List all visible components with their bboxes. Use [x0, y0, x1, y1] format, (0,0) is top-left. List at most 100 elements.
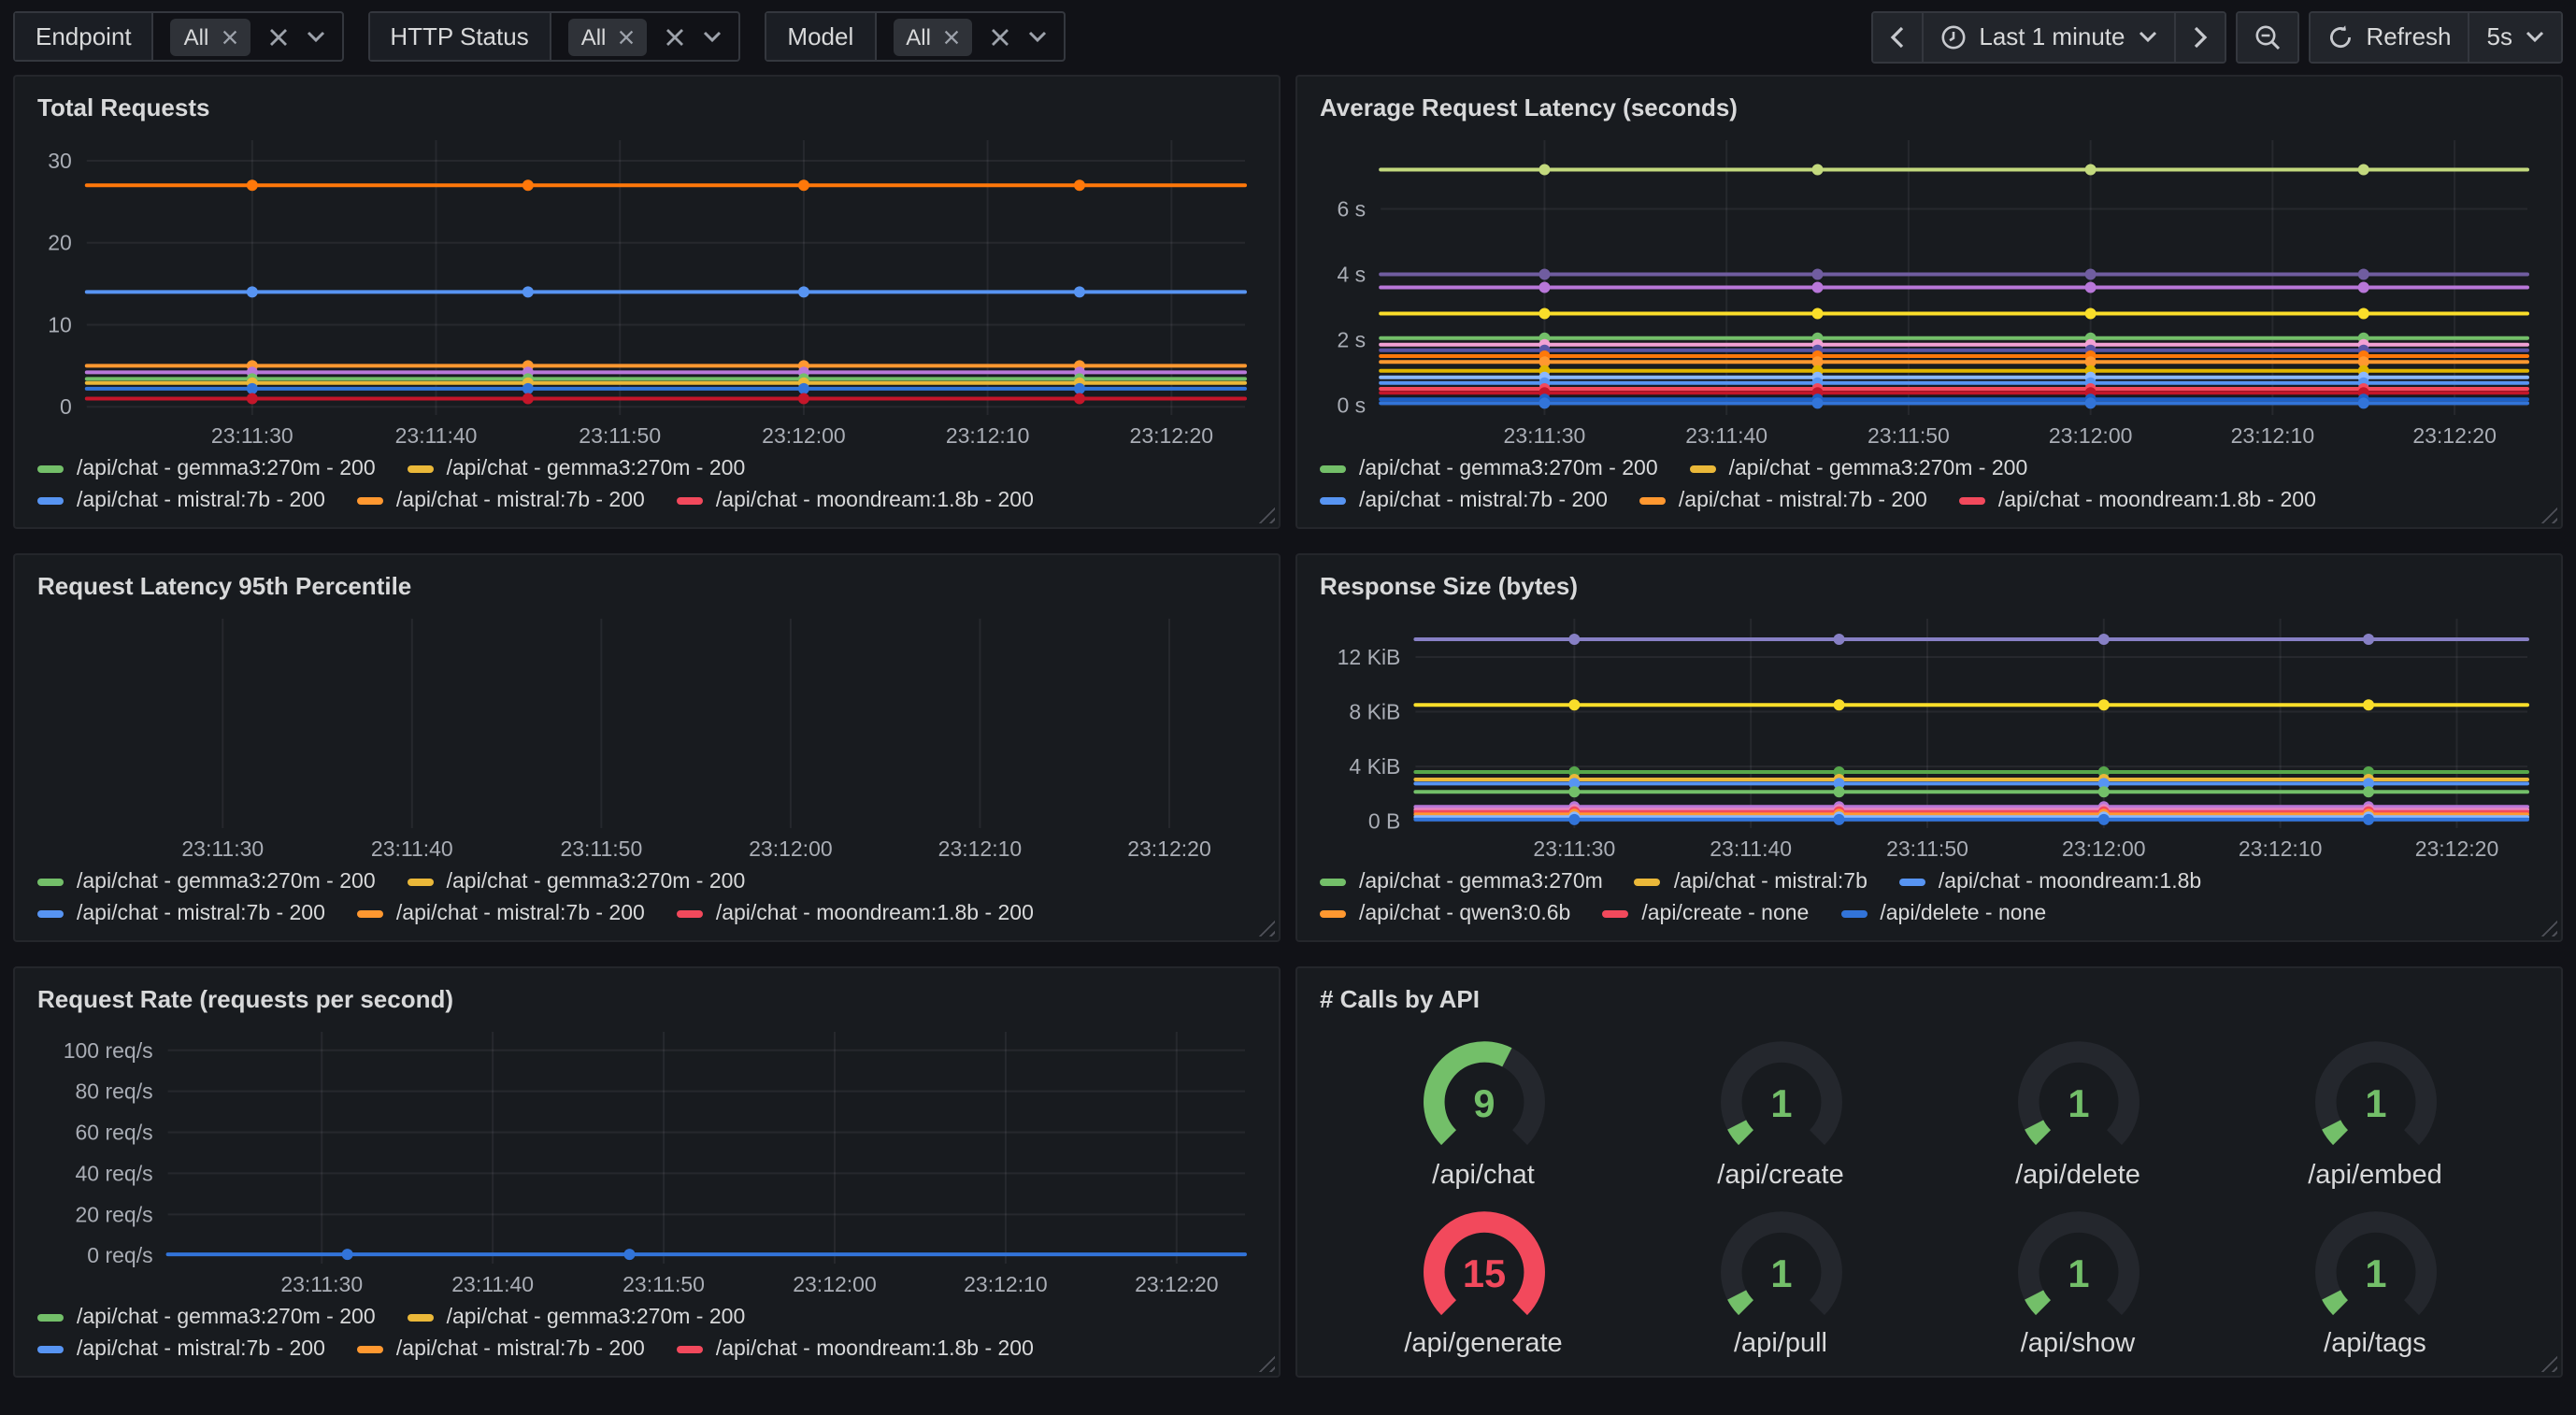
legend-item[interactable]: /api/chat - moondream:1.8b - 200	[677, 490, 1034, 512]
legend-item[interactable]: /api/chat - mistral:7b - 200	[37, 903, 325, 925]
series-point[interactable]	[522, 179, 534, 191]
legend-item[interactable]: /api/chat - mistral:7b - 200	[357, 1338, 645, 1361]
chip-remove-icon[interactable]	[222, 29, 236, 44]
legend-item[interactable]: /api/chat - gemma3:270m	[1320, 871, 1603, 893]
series-point[interactable]	[1568, 634, 1580, 645]
series-point[interactable]	[2098, 634, 2110, 645]
legend-item[interactable]: /api/chat - qwen3:0.6b	[1320, 903, 1570, 925]
series-point[interactable]	[2098, 786, 2110, 797]
series-point[interactable]	[1538, 308, 1550, 320]
series-point[interactable]	[1834, 814, 1845, 825]
panel-title[interactable]: Request Latency 95th Percentile	[34, 566, 1260, 607]
legend-item[interactable]: /api/chat - mistral:7b - 200	[357, 490, 645, 512]
legend-item[interactable]: /api/chat - gemma3:270m - 200	[1320, 458, 1658, 480]
series-point[interactable]	[1538, 164, 1550, 176]
series-point[interactable]	[2085, 164, 2097, 176]
series-point[interactable]	[798, 383, 809, 394]
legend-item[interactable]: /api/chat - gemma3:270m - 200	[37, 871, 376, 893]
series-point[interactable]	[798, 286, 809, 297]
legend-item[interactable]: /api/chat - mistral:7b - 200	[1320, 490, 1608, 512]
series-point[interactable]	[2363, 634, 2374, 645]
series-point[interactable]	[1834, 634, 1845, 645]
panel-title[interactable]: Average Request Latency (seconds)	[1316, 88, 2542, 129]
legend-item[interactable]: /api/chat - gemma3:270m - 200	[408, 458, 746, 480]
series-point[interactable]	[1568, 814, 1580, 825]
chip-remove-icon[interactable]	[944, 29, 959, 44]
chevron-down-icon[interactable]	[306, 30, 324, 43]
filter-chip[interactable]: All	[171, 18, 250, 55]
series-point[interactable]	[2358, 397, 2369, 408]
chart-plot-area[interactable]: 23:11:3023:11:4023:11:5023:12:0023:12:10…	[34, 129, 1260, 452]
series-point[interactable]	[342, 1249, 353, 1260]
legend-item[interactable]: /api/chat - mistral:7b - 200	[37, 490, 325, 512]
series-point[interactable]	[247, 179, 258, 191]
total-requests-chart[interactable]: 23:11:3023:11:4023:11:5023:12:0023:12:10…	[34, 129, 1260, 452]
series-point[interactable]	[1074, 393, 1085, 404]
filter-clear-icon[interactable]	[665, 27, 684, 46]
panel-title[interactable]: Request Rate (requests per second)	[34, 979, 1260, 1021]
legend-item[interactable]: /api/chat - mistral:7b - 200	[1639, 490, 1927, 512]
series-point[interactable]	[1538, 397, 1550, 408]
latency-p95-chart[interactable]: 23:11:3023:11:4023:11:5023:12:0023:12:10…	[34, 607, 1260, 865]
series-point[interactable]	[1812, 164, 1824, 176]
refresh-interval-button[interactable]: 5s	[2469, 12, 2561, 61]
panel-title[interactable]: # Calls by API	[1316, 979, 2542, 1021]
series-point[interactable]	[2085, 397, 2097, 408]
legend-item[interactable]: /api/chat - moondream:1.8b - 200	[677, 903, 1034, 925]
legend-item[interactable]: /api/create - none	[1602, 903, 1809, 925]
series-point[interactable]	[247, 383, 258, 394]
chip-remove-icon[interactable]	[619, 29, 634, 44]
series-point[interactable]	[247, 286, 258, 297]
legend-item[interactable]: /api/delete - none	[1840, 903, 2046, 925]
request-rate-chart[interactable]: 23:11:3023:11:4023:11:5023:12:0023:12:10…	[34, 1021, 1260, 1301]
series-point[interactable]	[522, 286, 534, 297]
series-point[interactable]	[1812, 269, 1824, 280]
series-point[interactable]	[798, 179, 809, 191]
chevron-down-icon[interactable]	[1028, 30, 1047, 43]
series-point[interactable]	[2358, 164, 2369, 176]
legend-item[interactable]: /api/chat - mistral:7b - 200	[357, 903, 645, 925]
time-range-picker-button[interactable]: Last 1 minute	[1921, 12, 2173, 61]
series-point[interactable]	[798, 393, 809, 404]
legend-item[interactable]: /api/chat - gemma3:270m - 200	[408, 1307, 746, 1329]
filter-clear-icon[interactable]	[991, 27, 1009, 46]
series-point[interactable]	[1812, 282, 1824, 293]
series-point[interactable]	[1538, 282, 1550, 293]
filter-chip[interactable]: All	[568, 18, 648, 55]
series-point[interactable]	[1074, 179, 1085, 191]
time-shift-forward-button[interactable]	[2173, 12, 2224, 61]
legend-item[interactable]: /api/chat - mistral:7b	[1635, 871, 1868, 893]
chart-plot-area[interactable]: 23:11:3023:11:4023:11:5023:12:0023:12:10…	[1316, 607, 2542, 865]
filter-clear-icon[interactable]	[268, 27, 287, 46]
chart-plot-area[interactable]: 23:11:3023:11:4023:11:5023:12:0023:12:10…	[34, 1021, 1260, 1301]
series-point[interactable]	[247, 393, 258, 404]
series-point[interactable]	[2085, 269, 2097, 280]
series-point[interactable]	[2098, 814, 2110, 825]
series-point[interactable]	[623, 1249, 635, 1260]
series-point[interactable]	[2363, 786, 2374, 797]
series-point[interactable]	[1538, 269, 1550, 280]
series-point[interactable]	[2085, 308, 2097, 320]
series-point[interactable]	[2358, 269, 2369, 280]
time-shift-back-button[interactable]	[1872, 12, 1921, 61]
series-point[interactable]	[1812, 308, 1824, 320]
series-point[interactable]	[1834, 699, 1845, 710]
chart-plot-area[interactable]: 23:11:3023:11:4023:11:5023:12:0023:12:10…	[1316, 129, 2542, 452]
avg-latency-chart[interactable]: 23:11:3023:11:4023:11:5023:12:0023:12:10…	[1316, 129, 2542, 452]
filter-value[interactable]: All	[551, 13, 739, 60]
legend-item[interactable]: /api/chat - moondream:1.8b	[1899, 871, 2201, 893]
panel-title[interactable]: Total Requests	[34, 88, 1260, 129]
series-point[interactable]	[1812, 397, 1824, 408]
filter-value[interactable]: All	[154, 13, 342, 60]
legend-item[interactable]: /api/chat - gemma3:270m - 200	[37, 458, 376, 480]
series-point[interactable]	[1568, 786, 1580, 797]
response-size-chart[interactable]: 23:11:3023:11:4023:11:5023:12:0023:12:10…	[1316, 607, 2542, 865]
panel-title[interactable]: Response Size (bytes)	[1316, 566, 2542, 607]
series-point[interactable]	[522, 383, 534, 394]
filter-value[interactable]: All	[876, 13, 1064, 60]
series-point[interactable]	[2358, 308, 2369, 320]
legend-item[interactable]: /api/chat - gemma3:270m - 200	[37, 1307, 376, 1329]
series-point[interactable]	[2098, 699, 2110, 710]
series-point[interactable]	[2363, 814, 2374, 825]
series-point[interactable]	[2363, 699, 2374, 710]
